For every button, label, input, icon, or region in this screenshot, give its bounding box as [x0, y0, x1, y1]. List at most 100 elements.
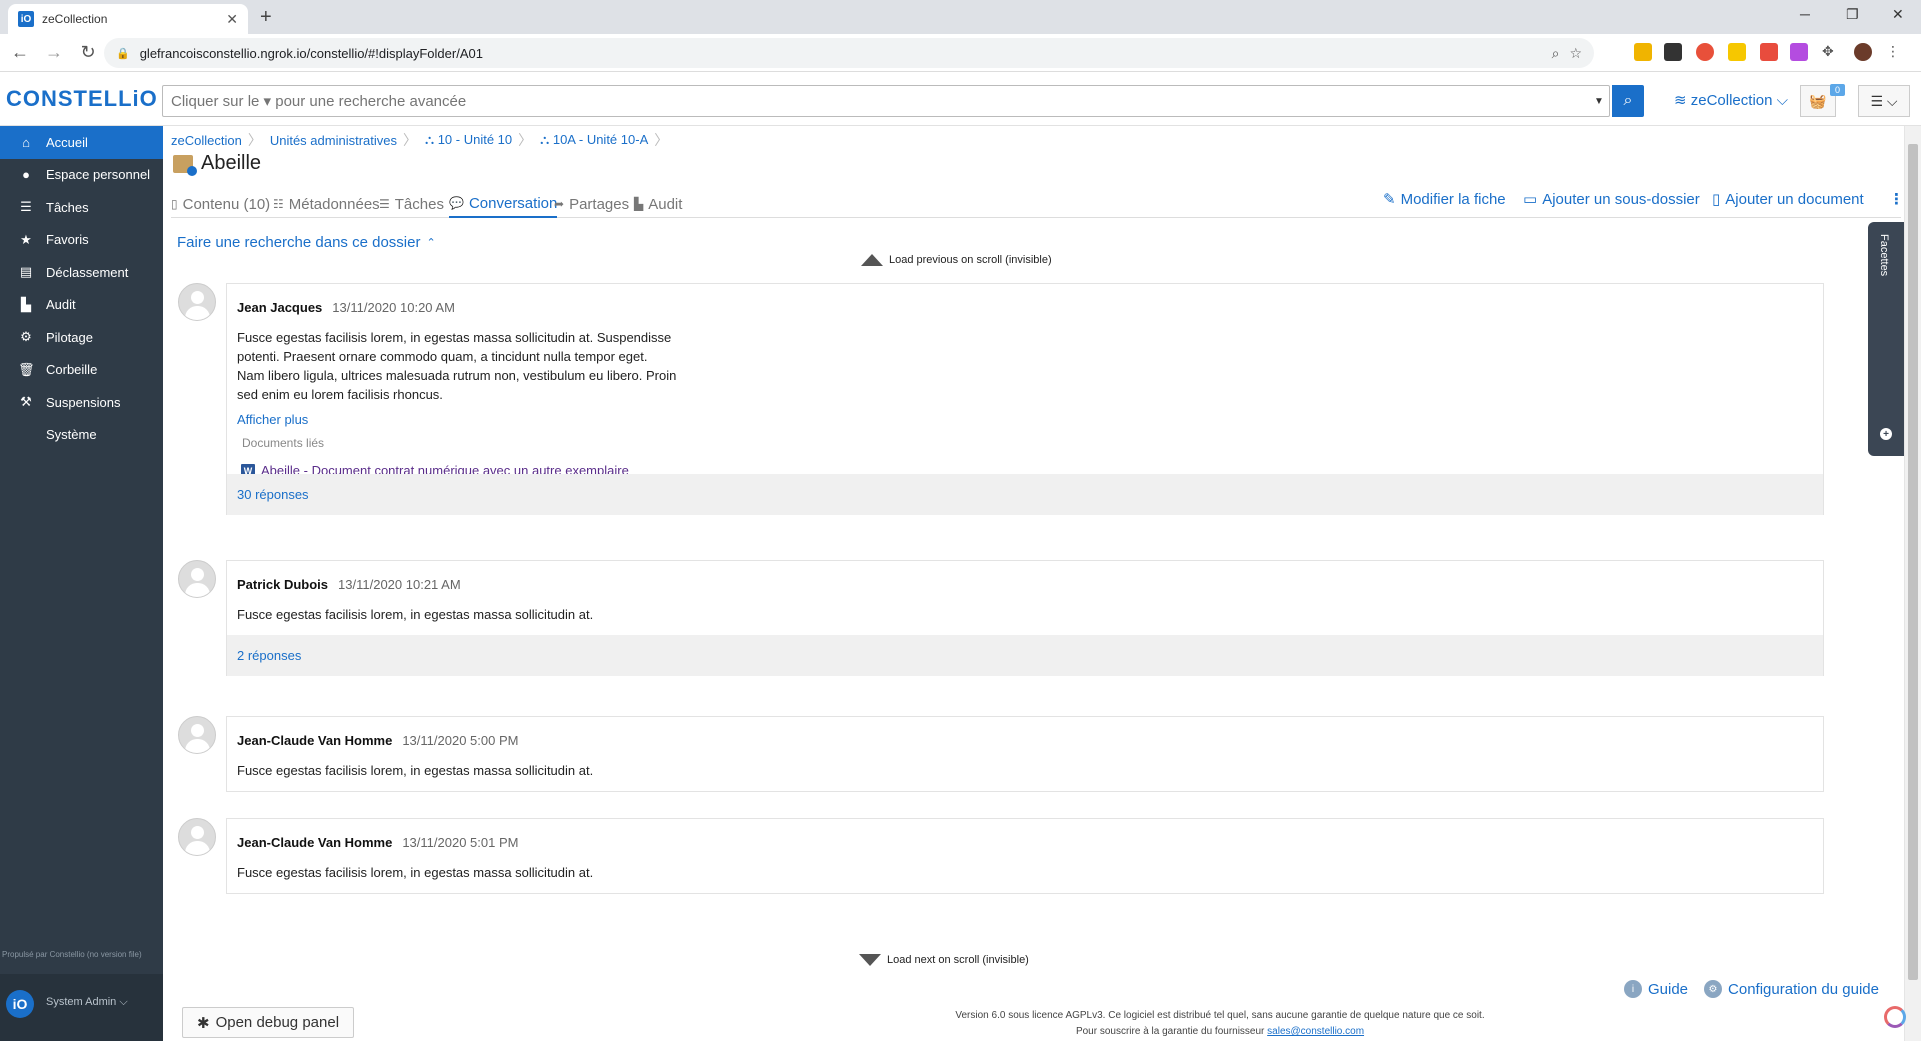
puzzle-icon[interactable]: ✥ — [1822, 43, 1840, 61]
replies-link[interactable]: 2 réponses — [227, 635, 1823, 676]
sidebar-item-0[interactable]: ⌂ Accueil — [0, 126, 163, 159]
add-document-link[interactable]: ▯ Ajouter un document — [1712, 190, 1864, 209]
sidebar-item-1[interactable]: ● Espace personnel — [0, 159, 163, 192]
message-text: Fusce egestas facilisis lorem, in egesta… — [237, 607, 594, 622]
guide-config-link[interactable]: ⚙ Configuration du guide — [1704, 980, 1879, 998]
tab-label: Tâches — [394, 195, 444, 213]
page-title: Abeille — [173, 152, 262, 176]
add-subfolder-link[interactable]: ▭ Ajouter un sous-dossier — [1523, 190, 1700, 209]
facets-panel[interactable]: Facettes + — [1868, 222, 1904, 456]
more-actions-icon[interactable]: ⋮ — [1889, 190, 1904, 208]
tab-label: Partages — [569, 195, 630, 213]
zoom-icon[interactable]: ⌕ — [1552, 45, 1560, 62]
forward-icon[interactable]: → — [40, 42, 68, 63]
footer-license: Version 6.0 sous licence AGPLv3. Ce logi… — [955, 1010, 1485, 1021]
show-more-link[interactable]: Afficher plus — [237, 412, 308, 427]
window-close-icon[interactable]: ✕ — [1892, 6, 1904, 23]
url-text: glefrancoisconstellio.ngrok.io/constelli… — [139, 45, 483, 61]
browser-menu-icon[interactable]: ⋮ — [1886, 43, 1904, 61]
sidebar-item-label: Déclassement — [46, 264, 129, 280]
tab-1[interactable]: ☷ Métadonnées — [273, 190, 380, 218]
sidebar-item-label: Pilotage — [46, 329, 93, 345]
open-debug-panel-button[interactable]: ✱ Open debug panel — [182, 1007, 355, 1038]
back-icon[interactable]: ← — [6, 42, 34, 63]
list-icon: ☰ — [20, 199, 32, 215]
sidebar-item-label: Favoris — [46, 232, 89, 248]
bookmark-star-icon[interactable]: ☆ — [1569, 45, 1582, 62]
constellio-logo[interactable]: CONSTELLiO — [6, 86, 158, 112]
user-menu-button[interactable]: ☰ ⌵ — [1858, 85, 1910, 117]
scrollbar-thumb[interactable] — [1908, 144, 1918, 980]
replies-link[interactable]: 30 réponses — [227, 474, 1823, 515]
tab-0[interactable]: ▯ Contenu (10) — [171, 190, 270, 218]
load-previous-label: Load previous on scroll (invisible) — [889, 254, 1052, 266]
tab-4[interactable]: ➦ Partages — [554, 190, 629, 218]
tab-2[interactable]: ☰ Tâches — [379, 190, 444, 218]
search-input[interactable] — [163, 86, 1589, 116]
sidebar-item-8[interactable]: ⚒ Suspensions — [0, 386, 163, 419]
load-previous[interactable]: Load previous on scroll (invisible) — [861, 254, 1052, 266]
plus-circle-icon[interactable]: + — [1880, 428, 1892, 440]
breadcrumb-item[interactable]: ⛬ 10A - Unité 10-A — [540, 132, 654, 148]
user-name[interactable]: System Admin ⌵ — [46, 996, 128, 1009]
tab-5[interactable]: ▙ Audit — [634, 190, 682, 218]
profile-avatar[interactable] — [1854, 43, 1872, 61]
search-icon: ⌕ — [1623, 92, 1633, 109]
sidebar-item-2[interactable]: ☰ Tâches — [0, 191, 163, 224]
new-tab-icon[interactable]: + — [260, 6, 272, 29]
avatar: iO — [6, 990, 34, 1018]
url-bar[interactable]: 🔒 glefrancoisconstellio.ngrok.io/constel… — [104, 38, 1594, 68]
close-tab-icon[interactable]: ✕ — [226, 11, 238, 28]
edit-record-link[interactable]: ✎ Modifier la fiche — [1383, 190, 1506, 209]
search-box: ▼ — [162, 85, 1610, 117]
gear-icon: ⚙ — [1704, 980, 1723, 998]
sidebar-item-3[interactable]: ★ Favoris — [0, 224, 163, 257]
sidebar-item-5[interactable]: ▙ Audit — [0, 289, 163, 322]
star-icon: ★ — [20, 231, 32, 247]
home-icon: ⌂ — [22, 134, 30, 150]
extension-icon[interactable] — [1696, 43, 1714, 61]
guide-link[interactable]: i Guide — [1624, 980, 1688, 998]
search-button[interactable]: ⌕ — [1612, 85, 1644, 117]
tab-3[interactable]: 💬 Conversation — [449, 190, 558, 218]
browser-tab[interactable]: iO zeCollection ✕ — [8, 4, 248, 34]
extension-icon[interactable] — [1634, 43, 1652, 61]
chevron-right-icon: 〉 — [247, 132, 262, 148]
user-box[interactable]: iO System Admin ⌵ — [0, 974, 163, 1041]
footer-email-link[interactable]: sales@constellio.com — [1267, 1026, 1364, 1037]
sidebar-item-label: Système — [46, 427, 97, 443]
bug-icon: ✱ — [197, 1014, 210, 1032]
database-icon: ≋ — [1674, 92, 1687, 109]
sidebar-item-label: Espace personnel — [46, 167, 151, 183]
constellio-corner-logo-icon[interactable] — [1884, 1006, 1906, 1028]
scrollbar[interactable] — [1904, 126, 1921, 1041]
breadcrumb-item[interactable]: zeCollection — [171, 133, 248, 148]
breadcrumb-item[interactable]: Unités administratives — [270, 133, 403, 148]
breadcrumb-item[interactable]: ⛬ 10 - Unité 10 — [425, 132, 518, 148]
sidebar-item-7[interactable]: 🗑 Corbeille — [0, 354, 163, 387]
footer-warranty: Pour souscrire à la garantie du fourniss… — [700, 1024, 1740, 1040]
sidebar-item-label: Accueil — [46, 134, 88, 150]
load-next[interactable]: Load next on scroll (invisible) — [859, 954, 1029, 966]
chevron-right-icon: 〉 — [654, 132, 669, 148]
reload-icon[interactable]: ↻ — [74, 42, 102, 63]
extension-icon[interactable] — [1728, 43, 1746, 61]
sidebar-item-6[interactable]: ⚙ Pilotage — [0, 321, 163, 354]
extension-icon[interactable] — [1790, 43, 1808, 61]
advanced-search-caret-icon[interactable]: ▼ — [1589, 96, 1609, 107]
sidebar-item-label: Suspensions — [46, 394, 121, 410]
restore-icon[interactable]: ❐ — [1846, 6, 1859, 23]
sidebar-item-9[interactable]: Système — [0, 419, 163, 452]
folder-title: Abeille — [201, 152, 262, 174]
search-in-folder-link[interactable]: Faire une recherche dans ce dossier ⌃ — [177, 234, 436, 251]
message-author: Jean-Claude Van Homme — [237, 733, 393, 748]
collection-selector[interactable]: ≋ zeCollection ⌵ — [1674, 91, 1788, 109]
extension-icon[interactable] — [1664, 43, 1682, 61]
minimize-icon[interactable]: ─ — [1800, 6, 1810, 22]
footer-warranty-text: Pour souscrire à la garantie du fourniss… — [1075, 1026, 1265, 1037]
extension-icon[interactable] — [1760, 43, 1778, 61]
edit-icon: ✎ — [1383, 191, 1396, 208]
sidebar-item-4[interactable]: ▤ Déclassement — [0, 256, 163, 289]
guide-links: i Guide ⚙ Configuration du guide — [1624, 980, 1879, 998]
message-time: 13/11/2020 5:01 PM — [402, 835, 519, 850]
